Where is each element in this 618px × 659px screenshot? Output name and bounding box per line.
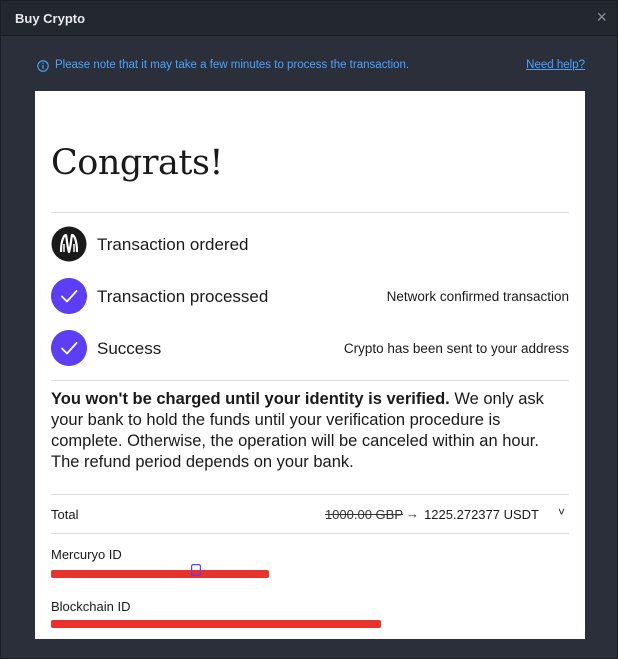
- step-success: Success Crypto has been sent to your add…: [51, 330, 569, 366]
- check-icon: [51, 330, 87, 366]
- step-label: Success: [97, 339, 162, 358]
- step-note: Network confirmed transaction: [386, 289, 569, 304]
- total-row[interactable]: Total 1000.00 GBP → 1225.272377 USDT ˅: [51, 503, 569, 525]
- processing-notice: Please note that it may take a few minut…: [37, 59, 585, 75]
- blockchain-id-field: Blockchain ID: [51, 598, 569, 634]
- original-amount: 1000.00 GBP: [324, 507, 403, 522]
- need-help-link[interactable]: Need help?: [526, 59, 585, 71]
- close-icon[interactable]: ×: [596, 7, 607, 27]
- step-transaction-ordered: Transaction ordered: [51, 226, 569, 262]
- mercuryo-id-label: Mercuryo ID: [51, 547, 122, 562]
- copy-icon[interactable]: [191, 564, 201, 576]
- receipt-card: Congrats! Transaction ordered Transactio…: [35, 91, 585, 639]
- step-note: Crypto has been sent to your address: [343, 341, 569, 356]
- info-icon: [37, 60, 49, 72]
- mercuryo-logo-icon: [51, 226, 87, 262]
- check-icon: [51, 278, 87, 314]
- buy-crypto-window: Buy Crypto × Please note that it may tak…: [0, 0, 618, 659]
- step-label: Transaction processed: [97, 287, 269, 306]
- verification-bold: You won't be charged until your identity…: [51, 390, 450, 408]
- redacted-blockchain-id: [51, 620, 381, 628]
- notice-text: Please note that it may take a few minut…: [55, 59, 410, 71]
- title-bar: Buy Crypto ×: [1, 1, 617, 36]
- step-label: Transaction ordered: [97, 235, 249, 254]
- page-title: Congrats!: [51, 143, 224, 183]
- step-transaction-processed: Transaction processed Network confirmed …: [51, 278, 569, 314]
- arrow-icon: →: [406, 506, 419, 521]
- mercuryo-id-field: Mercuryo ID: [51, 546, 569, 582]
- divider: [51, 212, 569, 213]
- chevron-down-icon[interactable]: ˅: [558, 505, 565, 519]
- divider: [51, 494, 569, 495]
- divider: [51, 533, 569, 534]
- blockchain-id-label: Blockchain ID: [51, 599, 131, 614]
- verification-notice: You won't be charged until your identity…: [51, 389, 569, 473]
- total-label: Total: [51, 507, 79, 522]
- divider: [51, 380, 569, 381]
- redacted-mercuryo-id: [51, 570, 269, 578]
- window-title: Buy Crypto: [15, 11, 86, 26]
- converted-amount: 1225.272377 USDT: [424, 507, 539, 522]
